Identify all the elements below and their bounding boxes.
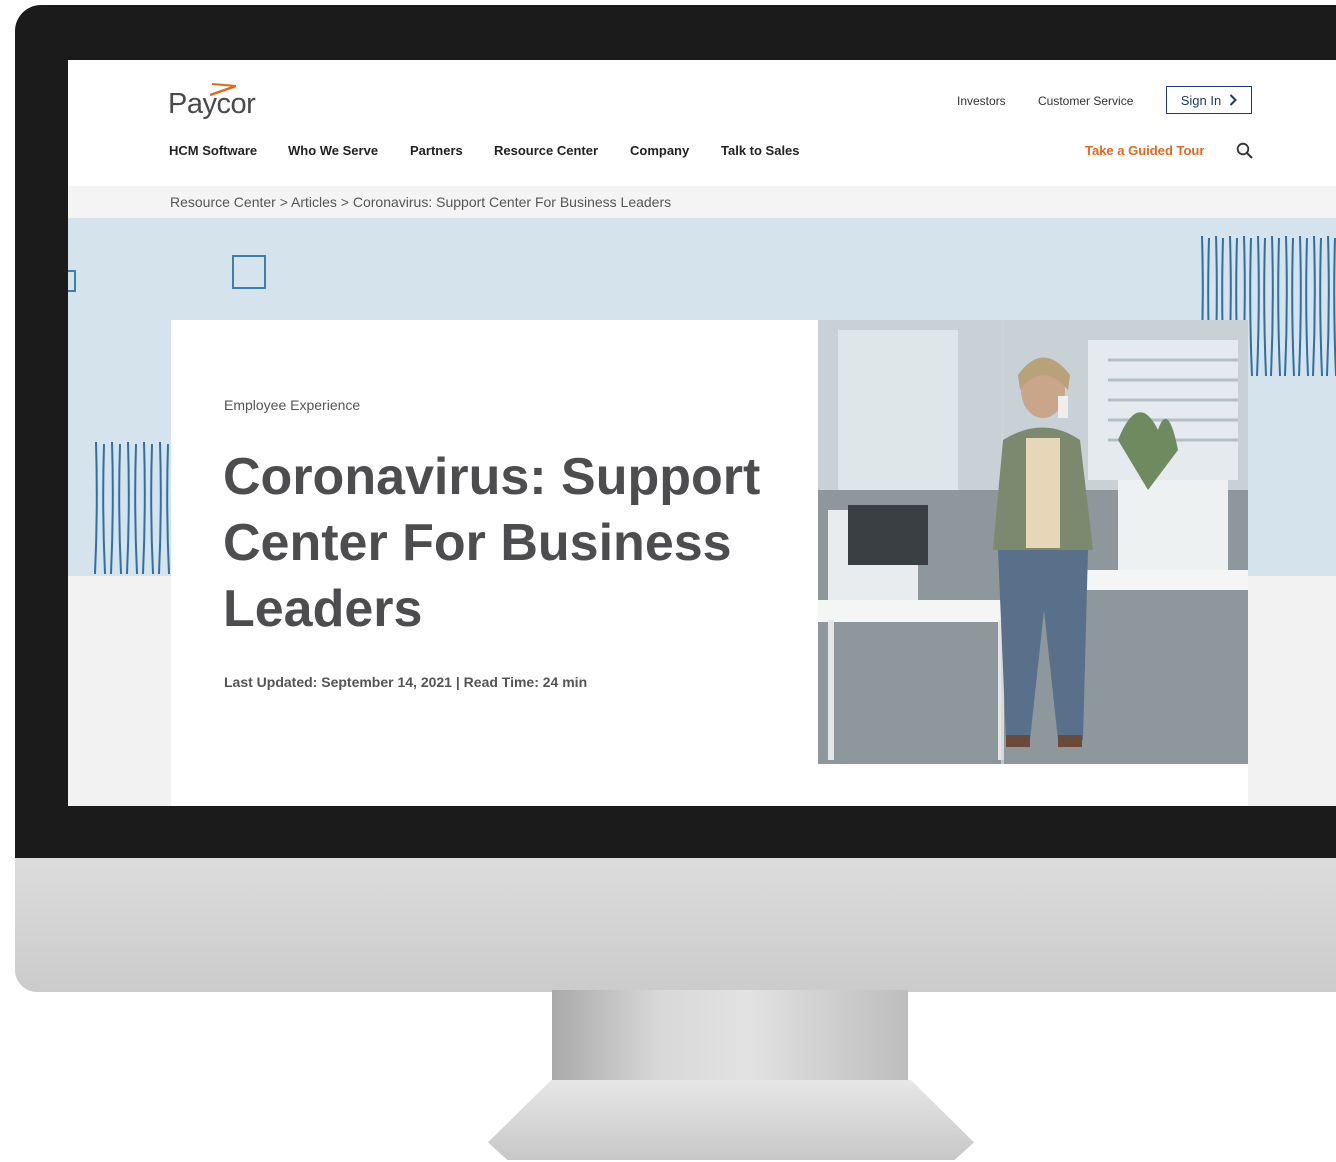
nav-partners[interactable]: Partners (410, 143, 463, 158)
breadcrumb[interactable]: Resource Center > Articles > Coronavirus… (170, 194, 671, 210)
guided-tour-link[interactable]: Take a Guided Tour (1085, 143, 1204, 158)
nav-talk-to-sales[interactable]: Talk to Sales (721, 143, 800, 158)
investors-link[interactable]: Investors (957, 94, 1006, 108)
monitor-stand-base (488, 1080, 974, 1160)
site-header: Paycor Investors Customer Service Sign I… (68, 60, 1336, 186)
woman-on-phone-in-office-photo (818, 320, 1248, 764)
browser-screen: Paycor Investors Customer Service Sign I… (68, 60, 1336, 806)
nav-who-we-serve[interactable]: Who We Serve (288, 143, 378, 158)
customer-service-link[interactable]: Customer Service (1038, 94, 1133, 108)
nav-resource-center[interactable]: Resource Center (494, 143, 598, 158)
decorative-square (232, 255, 266, 289)
article-meta: Last Updated: September 14, 2021 | Read … (224, 674, 588, 690)
article-title: Coronavirus: Support Center For Business… (223, 448, 761, 638)
monitor-stand-neck (552, 990, 908, 1085)
decorative-square-left (68, 270, 76, 292)
sign-in-label: Sign In (1180, 92, 1222, 108)
logo-swoosh-icon (209, 83, 237, 97)
sign-in-button[interactable]: Sign In (1166, 86, 1252, 114)
nav-hcm-software[interactable]: HCM Software (169, 143, 257, 158)
search-icon[interactable] (1236, 142, 1254, 160)
monitor-chin (15, 858, 1336, 992)
chevron-right-icon (1230, 94, 1238, 106)
nav-company[interactable]: Company (630, 143, 689, 158)
article-category[interactable]: Employee Experience (224, 397, 360, 413)
decorative-stripes-left (94, 441, 170, 575)
